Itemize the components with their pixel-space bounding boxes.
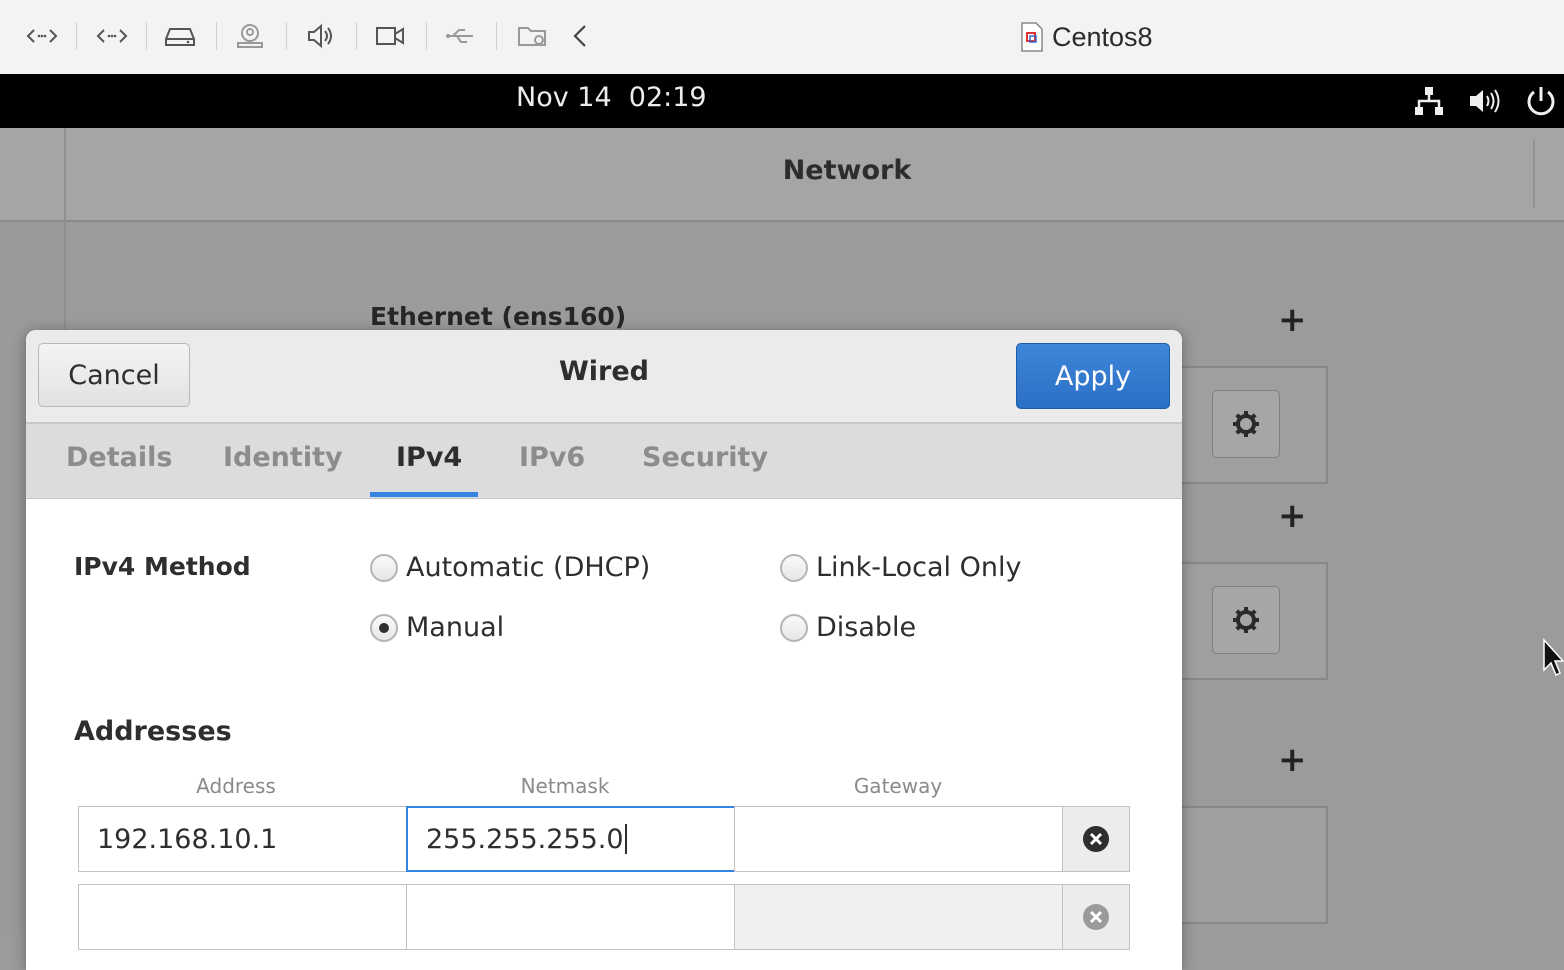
clock[interactable]: Nov 14 02:19	[516, 82, 707, 113]
netmask-input[interactable]: 255.255.255.0	[406, 806, 736, 872]
connection-card	[1160, 806, 1328, 924]
delete-address-button[interactable]	[1062, 806, 1130, 872]
addresses-section-title: Addresses	[74, 716, 232, 747]
header-divider	[1533, 140, 1535, 208]
folder-share-icon[interactable]	[512, 18, 552, 54]
vm-title-text: Centos8	[1052, 21, 1153, 52]
radio-disable[interactable]: Disable	[780, 612, 916, 643]
radio-indicator[interactable]	[780, 613, 808, 642]
ethernet-section-title: Ethernet (ens160)	[370, 302, 627, 331]
cancel-button[interactable]: Cancel	[38, 343, 190, 407]
address-value: 192.168.10.1	[97, 823, 278, 855]
delete-address-button[interactable]	[1062, 884, 1130, 950]
dialog-header: Cancel Wired Apply	[26, 330, 1182, 424]
gear-icon	[1233, 411, 1259, 437]
apply-button[interactable]: Apply	[1016, 343, 1170, 409]
dialog-title: Wired	[559, 356, 649, 387]
volume-icon[interactable]	[1467, 84, 1501, 118]
camera-icon[interactable]	[370, 18, 410, 54]
radio-label: Automatic (DHCP)	[406, 552, 651, 583]
radio-link-local-only[interactable]: Link-Local Only	[780, 552, 1021, 583]
netmask-value: 255.255.255.0	[426, 823, 624, 855]
add-connection-button[interactable]: +	[1278, 743, 1307, 777]
tab-security[interactable]: Security	[642, 442, 768, 473]
mouse-cursor-icon	[1543, 638, 1564, 677]
address-input[interactable]: 192.168.10.1	[78, 806, 408, 872]
gateway-column-header: Gateway	[853, 774, 943, 798]
connection-settings-button[interactable]	[1212, 586, 1280, 654]
power-icon[interactable]	[1524, 84, 1558, 118]
close-circle-icon	[1083, 826, 1109, 852]
address-column-header: Address	[196, 774, 276, 798]
drive-icon[interactable]	[160, 18, 200, 54]
vm-title: Centos8	[1020, 18, 1153, 56]
user-lock-icon[interactable]	[230, 18, 270, 54]
tab-identity[interactable]: Identity	[223, 442, 343, 473]
close-circle-icon	[1083, 904, 1109, 930]
radio-label: Manual	[406, 612, 505, 643]
netmask-column-header: Netmask	[520, 774, 610, 798]
radio-automatic-dhcp[interactable]: Automatic (DHCP)	[370, 552, 650, 583]
tab-ipv6[interactable]: IPv6	[519, 442, 585, 473]
radio-indicator[interactable]	[370, 613, 398, 642]
chevron-left-icon[interactable]	[562, 18, 602, 54]
text-caret	[624, 824, 627, 854]
radio-indicator[interactable]	[780, 553, 808, 582]
ipv4-method-label: IPv4 Method	[74, 552, 251, 581]
gateway-input[interactable]	[734, 806, 1064, 872]
gear-icon	[1233, 607, 1259, 633]
address-input[interactable]	[78, 884, 408, 950]
network-icon[interactable]	[1412, 84, 1446, 118]
tab-ipv4[interactable]: IPv4	[396, 442, 462, 473]
add-connection-button[interactable]: +	[1278, 303, 1307, 337]
top-bar: Nov 14 02:19	[0, 74, 1564, 128]
page-title: Network	[782, 155, 912, 186]
vm-document-icon	[1021, 22, 1043, 52]
tab-details[interactable]: Details	[66, 442, 172, 473]
radio-indicator[interactable]	[370, 553, 398, 582]
vm-toolbar: Centos8	[0, 0, 1564, 75]
wired-dialog: Cancel Wired Apply Details Identity IPv4…	[26, 330, 1182, 970]
radio-manual[interactable]: Manual	[370, 612, 504, 643]
netmask-input[interactable]	[406, 884, 736, 950]
gateway-input[interactable]	[734, 884, 1064, 950]
radio-label: Link-Local Only	[816, 552, 1022, 583]
speaker-icon[interactable]	[300, 18, 340, 54]
add-connection-button[interactable]: +	[1278, 499, 1307, 533]
active-tab-indicator	[370, 492, 478, 497]
usb-icon[interactable]	[440, 18, 480, 54]
code-icon[interactable]	[22, 18, 62, 54]
code-icon[interactable]	[92, 18, 132, 54]
connection-settings-button[interactable]	[1212, 390, 1280, 458]
tab-bar: Details Identity IPv4 IPv6 Security	[26, 424, 1182, 499]
radio-label: Disable	[816, 612, 917, 643]
